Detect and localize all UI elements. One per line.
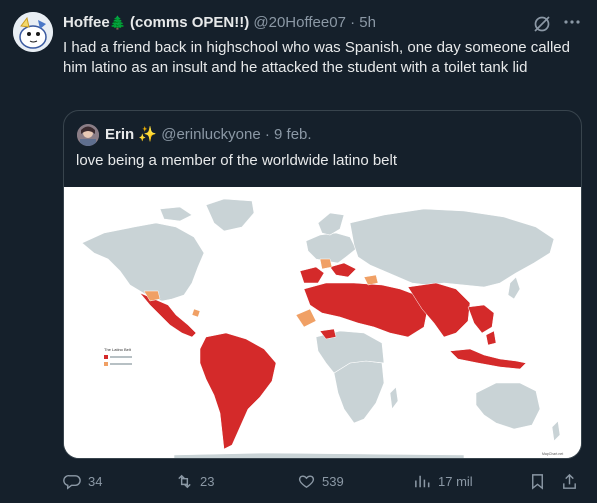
grok-icon[interactable] [532, 14, 552, 34]
quote-avatar[interactable] [77, 124, 99, 146]
tweet-header: Hoffee🌲 (comms OPEN!!) @20Hoffee07 · 5h [63, 13, 376, 33]
tree-emoji: 🌲 [109, 15, 126, 30]
reply-button[interactable]: 34 [63, 470, 102, 492]
time-separator: · [350, 14, 356, 31]
share-icon [563, 473, 576, 489]
repost-count: 23 [200, 473, 215, 489]
reply-count: 34 [88, 473, 103, 489]
world-map-image[interactable]: The Latino Belt MapChart.net [64, 187, 581, 458]
bookmark-button[interactable] [528, 470, 553, 492]
quote-time-separator: · [264, 126, 270, 143]
views-count: 17 mil [438, 473, 473, 489]
sparkles-emoji: ✨ [138, 126, 158, 143]
quote-author-name[interactable]: Erin [105, 126, 134, 143]
reply-icon [63, 474, 81, 490]
share-button[interactable] [560, 470, 585, 492]
like-count: 539 [322, 473, 344, 489]
heart-icon [298, 475, 315, 488]
quote-handle[interactable]: @erinluckyone [161, 126, 260, 143]
tweet-time[interactable]: 5h [359, 14, 376, 31]
views-icon [415, 475, 430, 487]
like-button[interactable]: 539 [297, 470, 344, 492]
bookmark-icon [532, 473, 543, 490]
quoted-tweet[interactable]: Erin ✨ @erinluckyone · 9 feb. love being… [63, 110, 582, 459]
quote-text: love being a member of the worldwide lat… [76, 152, 398, 169]
avatar[interactable] [13, 12, 53, 52]
tweet-text: I had a friend back in highschool who wa… [63, 39, 570, 76]
author-name[interactable]: Hoffee [63, 14, 110, 31]
views-button[interactable]: 17 mil [413, 470, 473, 492]
quote-header: Erin ✨ @erinluckyone · 9 feb. [105, 125, 312, 145]
more-options-icon[interactable] [562, 12, 582, 32]
author-handle[interactable]: @20Hoffee07 [253, 14, 346, 31]
legend-title: The Latino Belt [104, 347, 132, 352]
repost-button[interactable]: 23 [175, 470, 214, 492]
repost-icon [178, 474, 191, 488]
author-name-suffix[interactable]: (comms OPEN!!) [130, 14, 249, 31]
quote-time[interactable]: 9 feb. [274, 126, 312, 143]
action-bar: 34 23 539 17 mil [63, 470, 582, 492]
map-credit: MapChart.net [542, 452, 563, 456]
